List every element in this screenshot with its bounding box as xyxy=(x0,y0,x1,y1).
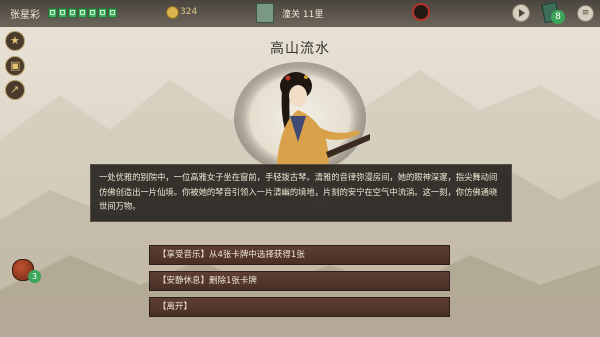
hp-bar xyxy=(48,8,117,18)
hp-pip xyxy=(98,8,107,18)
hp-pip xyxy=(48,8,57,18)
deck-count-badge: 8 xyxy=(551,10,565,24)
relic-arrow-icon[interactable]: ↗ xyxy=(5,80,25,100)
option-leave-button[interactable]: 【离开】 xyxy=(149,297,450,317)
coin-icon xyxy=(166,6,179,19)
relic-chest-icon[interactable]: ▣ xyxy=(5,56,25,76)
play-button[interactable] xyxy=(512,4,530,22)
potion-count-badge: 3 xyxy=(28,270,41,283)
hp-pip xyxy=(58,8,67,18)
event-description: 一处优雅的别院中，一位高雅女子坐在窗前，手轻拨古琴。清雅的音律弥漫房间，她的眼神… xyxy=(99,172,498,211)
hp-pip xyxy=(78,8,87,18)
top-bar: 张星彩 324 潼关 11里 8 ≡ xyxy=(0,0,600,27)
sun-icon[interactable] xyxy=(412,3,430,21)
gold-amount: 324 xyxy=(180,7,198,17)
event-description-box: 一处优雅的别院中，一位高雅女子坐在窗前，手轻拨古琴。清雅的音律弥漫房间，她的眼神… xyxy=(90,164,512,222)
event-portrait xyxy=(234,62,370,170)
scroll-icon[interactable] xyxy=(256,3,274,23)
hp-pip xyxy=(68,8,77,18)
chest-icon: ▣ xyxy=(10,59,21,72)
location-text: 潼关 11里 xyxy=(282,10,324,20)
relic-star-icon[interactable]: ★ xyxy=(5,31,25,51)
option-enjoy-music-button[interactable]: 【享受音乐】从4张卡牌中选择获得1张 xyxy=(149,245,450,265)
arrow-icon: ↗ xyxy=(10,83,20,96)
hp-pip xyxy=(88,8,97,18)
player-name: 张星彩 xyxy=(10,10,40,21)
event-title: 高山流水 xyxy=(270,41,330,57)
hp-pip xyxy=(108,8,117,18)
star-icon: ★ xyxy=(10,34,20,47)
menu-button[interactable]: ≡ xyxy=(577,5,594,22)
option-rest-button[interactable]: 【安静休息】删除1张卡牌 xyxy=(149,271,450,291)
